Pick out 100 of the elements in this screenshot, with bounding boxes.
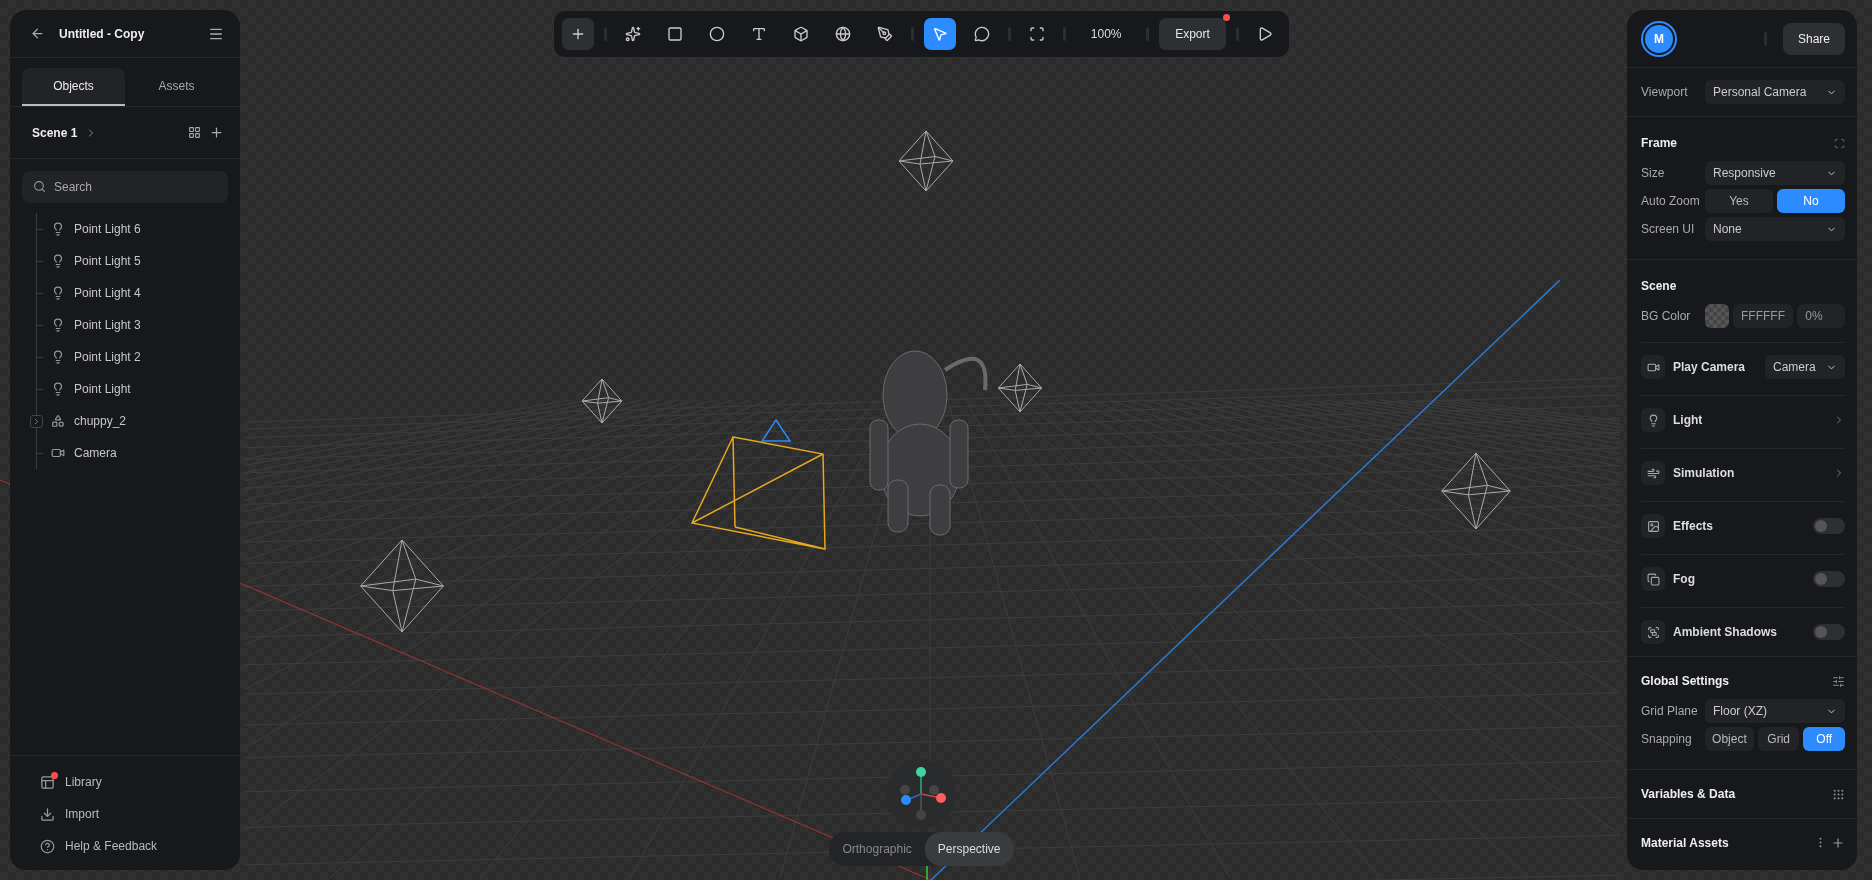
setting-label: Light <box>1673 413 1704 427</box>
circle-icon <box>709 26 726 42</box>
setting-label: Play Camera <box>1673 360 1747 374</box>
section-title: Scene <box>1641 279 1677 293</box>
lightbulb-icon <box>1641 408 1665 432</box>
layer-name: Point Light 6 <box>74 222 141 236</box>
lightbulb-icon <box>51 254 65 268</box>
color-swatch[interactable] <box>1705 304 1729 328</box>
footer-link[interactable]: Help & Feedback <box>10 830 240 862</box>
axis-gizmo-drawing[interactable] <box>885 758 958 830</box>
cube-icon <box>793 26 810 42</box>
screen-ui-select[interactable]: None <box>1705 217 1845 241</box>
footer-label: Library <box>65 775 102 789</box>
layer-item[interactable]: Point Light <box>29 373 240 405</box>
back-button[interactable] <box>30 26 45 41</box>
scene-title: Scene 1 <box>32 125 78 140</box>
wind-icon <box>1641 461 1665 485</box>
comment-icon <box>974 26 991 42</box>
hex-field[interactable]: FFFFFF <box>1733 304 1794 328</box>
layer-item[interactable]: Point Light 5 <box>29 245 240 277</box>
field-label: Screen UI <box>1641 222 1696 236</box>
lightbulb-icon <box>51 350 65 364</box>
help-icon <box>40 838 55 854</box>
section-title: Frame <box>1641 136 1678 150</box>
pen-icon <box>877 26 894 42</box>
sparkles-icon <box>625 26 642 42</box>
setting-label: Ambient Shadows <box>1673 625 1778 639</box>
camera-marker-icon <box>760 418 792 442</box>
lightbulb-icon <box>51 382 65 396</box>
grid-plane-select[interactable]: Floor (XZ) <box>1705 699 1845 723</box>
shapes-icon <box>51 414 65 428</box>
setting-label: Fog <box>1673 572 1696 586</box>
sliders-icon[interactable] <box>1832 674 1845 688</box>
camera-icon <box>51 446 65 460</box>
share-button[interactable]: Share <box>1782 22 1845 55</box>
section-title: Variables & Data <box>1641 787 1736 801</box>
search-field[interactable]: Search <box>22 171 228 203</box>
footer-label: Import <box>65 807 99 821</box>
light-gizmo-drawing <box>997 363 1043 413</box>
lightbulb-icon <box>51 222 65 236</box>
panel-tab[interactable]: Objects <box>22 68 125 106</box>
frame-icon <box>1029 26 1046 42</box>
size-select[interactable]: Responsive <box>1705 161 1845 185</box>
field-label: Viewport <box>1641 85 1689 99</box>
camera-icon <box>1641 355 1665 379</box>
section-title: Global Settings <box>1641 674 1729 688</box>
layer-item[interactable]: Point Light 2 <box>29 341 240 373</box>
field-label: Snapping <box>1641 732 1693 746</box>
search-icon <box>33 180 46 193</box>
field-label: Size <box>1641 166 1666 180</box>
grid-view-button[interactable] <box>188 126 201 139</box>
layer-item[interactable]: chuppy_2 <box>29 405 240 437</box>
lightbulb-icon <box>51 318 65 332</box>
projection-option[interactable]: Perspective <box>924 832 1014 866</box>
layer-item[interactable]: Point Light 6 <box>29 213 240 245</box>
panel-tab[interactable]: Assets <box>125 68 228 106</box>
projection-option[interactable]: Orthographic <box>829 832 925 866</box>
layer-item[interactable]: Camera <box>29 437 240 469</box>
text-icon <box>751 26 768 42</box>
viewport-select[interactable]: Personal Camera <box>1705 80 1845 104</box>
expand-icon[interactable] <box>1834 137 1845 149</box>
file-title: Untitled - Copy <box>59 26 146 41</box>
layer-name: Point Light 4 <box>74 286 141 300</box>
footer-label: Help & Feedback <box>65 839 158 853</box>
setting-label: Simulation <box>1673 466 1736 480</box>
expand-toggle[interactable] <box>30 414 43 428</box>
layer-name: Point Light 2 <box>74 350 141 364</box>
image-icon <box>1641 514 1665 538</box>
add-icon[interactable] <box>1831 836 1845 850</box>
layer-name: Point Light 3 <box>74 318 141 332</box>
layer-item[interactable]: Point Light 3 <box>29 309 240 341</box>
grid-icon <box>188 126 201 139</box>
layer-name: Point Light 5 <box>74 254 141 268</box>
add-button[interactable] <box>562 18 595 50</box>
section-title: Material Assets <box>1641 836 1729 850</box>
select-tool[interactable] <box>924 18 957 50</box>
layer-name: Camera <box>74 446 117 460</box>
layer-item[interactable]: Point Light 4 <box>29 277 240 309</box>
library-icon <box>40 774 55 790</box>
footer-link[interactable]: Library <box>10 766 240 798</box>
grip-icon[interactable] <box>1832 787 1845 801</box>
chevron-right-icon <box>32 416 41 426</box>
add-button[interactable] <box>209 125 224 140</box>
camera-select[interactable]: Camera <box>1765 355 1845 379</box>
field-label: BG Color <box>1641 309 1692 323</box>
footer-link[interactable]: Import <box>10 798 240 830</box>
square-icon <box>667 26 684 42</box>
squares-icon <box>1641 567 1665 591</box>
toggle-switch[interactable] <box>1813 518 1845 534</box>
segment-option[interactable]: Object <box>1705 727 1754 751</box>
layer-name: chuppy_2 <box>74 414 127 428</box>
globe-icon <box>835 26 852 42</box>
light-gizmo-drawing <box>581 378 623 424</box>
layer-name: Point Light <box>74 382 131 396</box>
toggle-switch[interactable] <box>1813 571 1845 587</box>
segment-option[interactable]: Grid <box>1757 727 1800 751</box>
opacity-field[interactable]: 0% <box>1797 304 1845 328</box>
segment-option[interactable]: Yes <box>1705 189 1773 213</box>
toggle-switch[interactable] <box>1813 624 1845 640</box>
zoom-level[interactable]: 100% <box>1076 27 1137 41</box>
